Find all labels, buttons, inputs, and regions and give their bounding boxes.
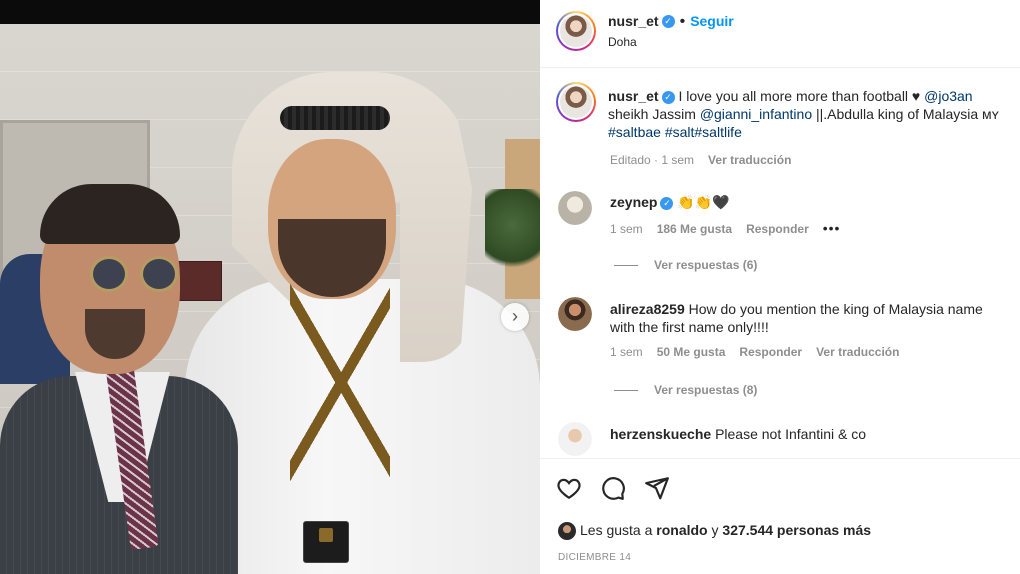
comment-text: alireza8259 How do you mention the king … [610, 300, 1006, 336]
caption-part-1: I love you all more more than football ♥ [678, 88, 925, 104]
caption-part-3: ||.Abdulla king of Malaysia ᴍʏ [812, 106, 999, 122]
likes-summary: Les gusta a ronaldo y 327.544 personas m… [558, 522, 871, 541]
mention-link[interactable]: @jo3an [924, 88, 972, 104]
left-person-sunglasses [80, 256, 180, 292]
comment-body: Please not Infantini & co [715, 426, 867, 442]
comment-meta: 1 sem 186 Me gusta Responder ••• [610, 220, 854, 236]
comment-avatar[interactable] [558, 422, 592, 456]
view-replies-button[interactable]: Ver respuestas (8) [614, 383, 757, 397]
comment-username[interactable]: herzenskueche [610, 426, 711, 442]
likes-connector: y [707, 522, 723, 538]
separator-dot: • [679, 13, 686, 30]
translate-link[interactable]: Ver traducción [708, 153, 791, 167]
comment-likes[interactable]: 186 Me gusta [657, 222, 732, 236]
comment-avatar[interactable] [558, 191, 592, 225]
more-options-icon[interactable]: ••• [823, 220, 841, 236]
post-date[interactable]: DICIEMBRE 14 [558, 552, 631, 563]
avatar[interactable] [556, 11, 596, 51]
post-header: nusr_et ✓ • Seguir Doha [540, 0, 1020, 68]
post-location[interactable]: Doha [608, 35, 637, 49]
left-person-hair [40, 184, 180, 244]
share-icon[interactable] [644, 475, 670, 501]
comment-icon[interactable] [600, 475, 626, 501]
lanyard [290, 279, 390, 519]
reply-button[interactable]: Responder [739, 345, 802, 359]
comment-likes[interactable]: 50 Me gusta [657, 345, 726, 359]
caption-part-2: sheikh Jassim [608, 106, 700, 122]
comment-text: herzenskueche Please not Infantini & co [610, 425, 1006, 443]
likes-count[interactable]: 327.544 personas más [722, 522, 871, 538]
caption-text: nusr_et ✓ I love you all more more than f… [608, 87, 1008, 141]
verified-icon: ✓ [660, 196, 674, 210]
likes-prefix: Les gusta a [580, 522, 657, 538]
comment-avatar[interactable] [558, 297, 592, 331]
verified-icon: ✓ [661, 90, 675, 104]
comment-meta: 1 sem 50 Me gusta Responder Ver traducción [610, 345, 913, 359]
caption-avatar[interactable] [556, 82, 596, 122]
view-replies-button[interactable]: Ver respuestas (6) [614, 258, 757, 272]
caption-edited: Editado · 1 sem [610, 153, 695, 167]
right-person-agal [280, 106, 390, 130]
comment-body: 👏👏🖤 [677, 194, 730, 210]
liker-username[interactable]: ronaldo [656, 522, 707, 538]
caption-username[interactable]: nusr_et [608, 88, 659, 104]
post-photo[interactable]: › [0, 0, 540, 574]
photo-scene [0, 24, 540, 574]
verified-icon: ✓ [661, 15, 675, 29]
reply-button[interactable]: Responder [746, 222, 809, 236]
mention-link[interactable]: @gianni_infantino [700, 106, 812, 122]
chevron-right-icon[interactable]: › [501, 303, 529, 331]
comment-text: zeynep ✓ 👏👏🖤 [610, 193, 1006, 211]
caption-hashtags[interactable]: #saltbae #salt#saltlife [608, 124, 742, 140]
post-username[interactable]: nusr_et [608, 13, 659, 29]
comment-time: 1 sem [610, 345, 643, 359]
follow-button[interactable]: Seguir [690, 13, 734, 29]
accreditation-badge [303, 521, 349, 563]
comment-username[interactable]: zeynep [610, 194, 657, 210]
background-plant [485, 189, 540, 279]
caption-meta: Editado · 1 sem Ver traducción [610, 153, 805, 167]
comment-username[interactable]: alireza8259 [610, 301, 685, 317]
comments-list[interactable]: nusr_et ✓ I love you all more more than f… [540, 69, 1020, 457]
translate-link[interactable]: Ver traducción [816, 345, 899, 359]
photo-top-bar [0, 0, 540, 24]
comment-time: 1 sem [610, 222, 643, 236]
post-panel: nusr_et ✓ • Seguir Doha nusr_et ✓ I love you… [540, 0, 1020, 574]
heart-icon[interactable] [556, 475, 582, 501]
liker-avatar[interactable] [558, 522, 576, 541]
